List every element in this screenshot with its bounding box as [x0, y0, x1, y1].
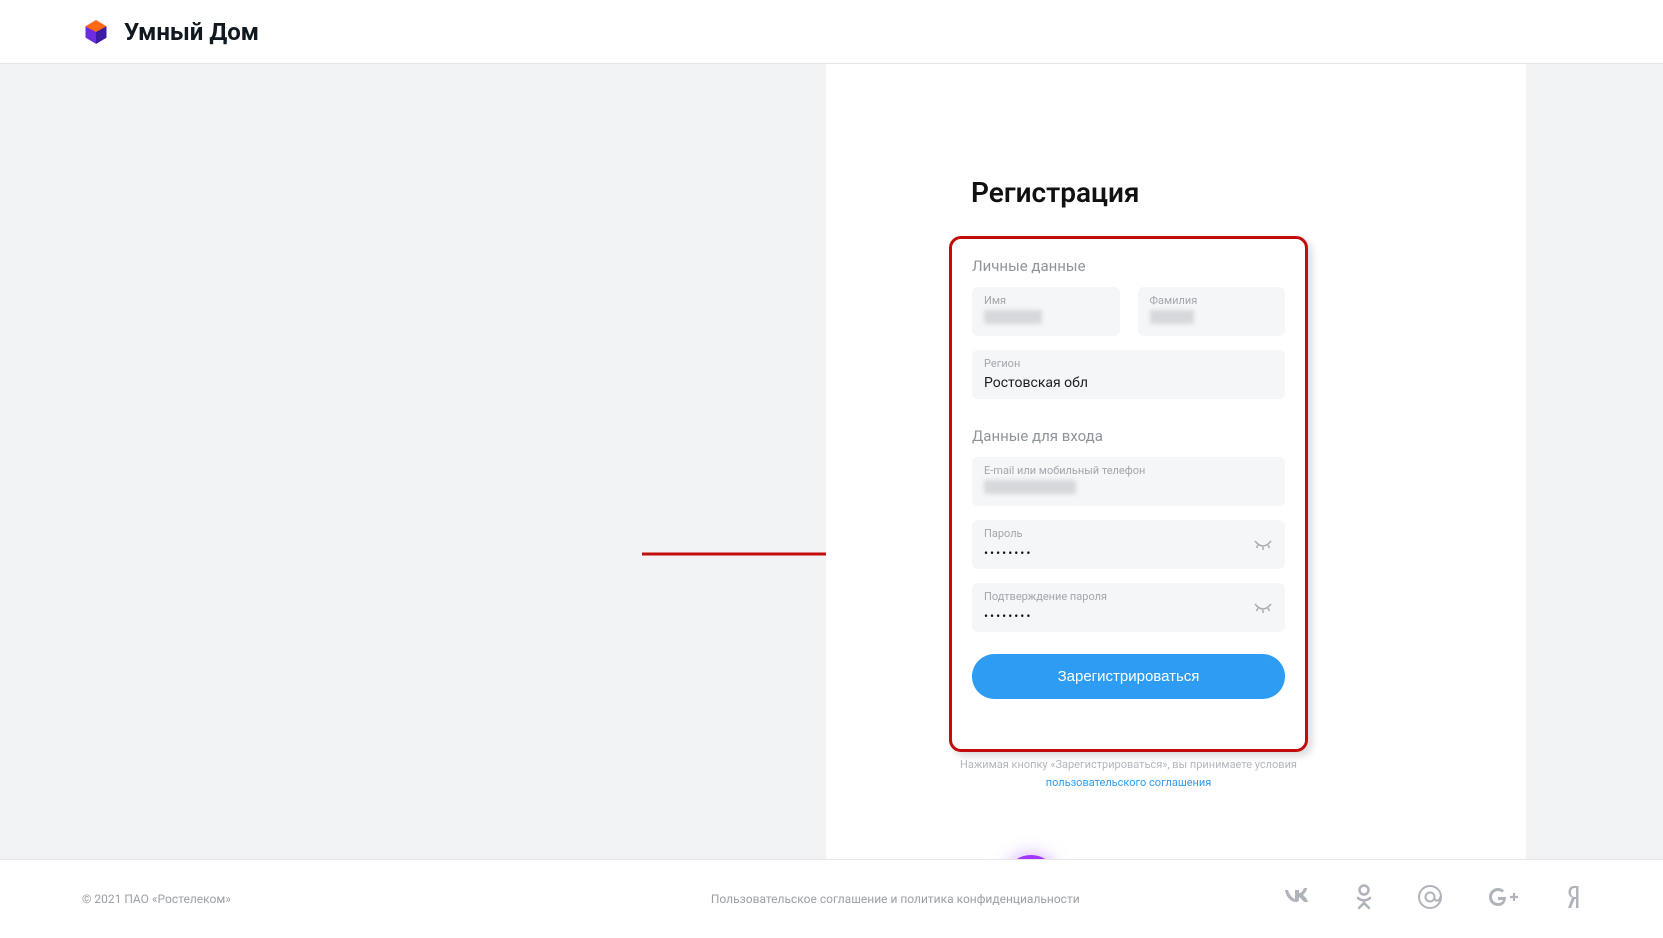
mail-icon[interactable]: [1417, 884, 1443, 914]
password-value: ••••••••: [984, 546, 1032, 560]
password-label: Пароль: [984, 527, 1273, 540]
main: Регистрация Личные данные Имя Фамилия Ре…: [0, 64, 1663, 859]
last-name-value-blurred: [1150, 310, 1194, 324]
confirm-password-field[interactable]: Подтверждение пароля ••••••••: [972, 583, 1285, 632]
region-value: Ростовская обл: [984, 375, 1088, 391]
password-field[interactable]: Пароль ••••••••: [972, 520, 1285, 569]
register-button[interactable]: Зарегистрироваться: [972, 654, 1285, 699]
confirm-password-label: Подтверждение пароля: [984, 590, 1273, 603]
copyright: © 2021 ПАО «Ростелеком»: [82, 892, 231, 906]
toggle-password-visibility-icon[interactable]: [1253, 538, 1273, 557]
form-panel: Регистрация Личные данные Имя Фамилия Ре…: [826, 64, 1526, 859]
region-label: Регион: [984, 357, 1273, 370]
region-field[interactable]: Регион Ростовская обл: [972, 350, 1285, 399]
policy-link[interactable]: Пользовательское соглашение и политика к…: [711, 892, 1080, 906]
registration-form: Личные данные Имя Фамилия Регион Ростовс…: [949, 236, 1308, 752]
page-title: Регистрация: [971, 176, 1139, 209]
ok-icon[interactable]: [1356, 884, 1372, 914]
terms-link[interactable]: пользовательского соглашения: [1046, 776, 1212, 789]
email-label: E-mail или мобильный телефон: [984, 464, 1273, 477]
terms-text: Нажимая кнопку «Зарегистрироваться», вы …: [949, 756, 1308, 791]
logo-icon: [82, 18, 110, 46]
social-links: [1283, 884, 1581, 914]
yandex-icon[interactable]: [1565, 884, 1581, 914]
section-personal-label: Личные данные: [972, 257, 1285, 275]
vk-icon[interactable]: [1283, 888, 1311, 910]
brand-title: Умный Дом: [124, 18, 259, 46]
first-name-value-blurred: [984, 310, 1042, 324]
confirm-password-value: ••••••••: [984, 609, 1032, 623]
section-login-label: Данные для входа: [972, 427, 1285, 445]
first-name-field[interactable]: Имя: [972, 287, 1120, 336]
google-plus-icon[interactable]: [1488, 886, 1520, 912]
last-name-field[interactable]: Фамилия: [1138, 287, 1286, 336]
toggle-confirm-visibility-icon[interactable]: [1253, 601, 1273, 620]
footer: © 2021 ПАО «Ростелеком» Пользовательское…: [0, 859, 1663, 938]
email-field[interactable]: E-mail или мобильный телефон: [972, 457, 1285, 506]
header: Умный Дом: [0, 0, 1663, 64]
email-value-blurred: [984, 480, 1076, 494]
first-name-label: Имя: [984, 294, 1108, 307]
last-name-label: Фамилия: [1150, 294, 1274, 307]
